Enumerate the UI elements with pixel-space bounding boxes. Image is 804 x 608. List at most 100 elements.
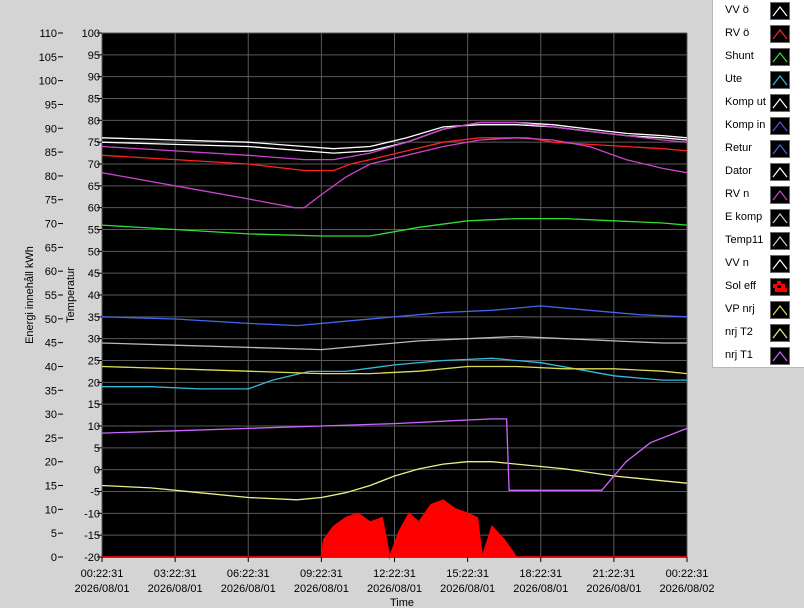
legend-item[interactable]: VV ö xyxy=(713,0,804,23)
legend-symbol xyxy=(772,167,788,178)
legend-swatch-icon[interactable] xyxy=(770,71,790,89)
legend-symbol xyxy=(773,281,787,292)
legend-swatch-icon[interactable] xyxy=(770,324,790,342)
legend-item[interactable]: Sol eff xyxy=(713,276,804,299)
temp-tick-label: 50 xyxy=(88,246,100,258)
temp-tick-label: -10 xyxy=(84,508,100,520)
date-tick-label: 2026/08/01 xyxy=(367,583,422,595)
legend-swatch-icon[interactable] xyxy=(770,232,790,250)
temp-tick-label: 30 xyxy=(88,334,100,346)
legend-item[interactable]: Temp11 xyxy=(713,230,804,253)
legend-line-symbol xyxy=(772,328,788,339)
temp-tick-label: 85 xyxy=(88,94,100,106)
energy-tick-label: 85 xyxy=(45,147,57,159)
legend-item[interactable]: RV ö xyxy=(713,23,804,46)
energy-tick-label: 65 xyxy=(45,242,57,254)
legend-label: RV ö xyxy=(725,27,750,39)
legend-swatch-icon[interactable] xyxy=(770,48,790,66)
legend-item[interactable]: VV n xyxy=(713,253,804,276)
energy-axis: 1101051009590858075706560555045403530252… xyxy=(39,28,63,564)
temp-tick-label: 10 xyxy=(88,421,100,433)
legend-line-symbol xyxy=(772,6,788,17)
legend-label: RV n xyxy=(725,188,750,200)
legend-symbol xyxy=(772,144,788,155)
temperature-axis-title: Temperatur xyxy=(65,267,77,323)
legend-swatch-icon[interactable] xyxy=(770,209,790,227)
legend-label: VV ö xyxy=(725,4,749,16)
legend-fill-block xyxy=(777,281,781,285)
legend-fill-block xyxy=(773,284,777,288)
legend-symbol xyxy=(772,305,788,316)
legend-swatch-icon[interactable] xyxy=(770,163,790,181)
legend-label: Ute xyxy=(725,73,743,85)
legend-symbol xyxy=(772,213,788,224)
legend-swatch-icon[interactable] xyxy=(770,301,790,319)
legend-symbol xyxy=(772,351,788,362)
legend-swatch-icon[interactable] xyxy=(770,347,790,365)
date-tick-label: 2026/08/01 xyxy=(586,583,641,595)
temp-tick-label: 90 xyxy=(88,72,100,84)
energy-tick-label: 25 xyxy=(45,433,57,445)
temp-tick-label: 75 xyxy=(88,137,100,149)
date-tick-label: 2026/08/01 xyxy=(513,583,568,595)
legend-label: Shunt xyxy=(725,50,754,62)
energy-tick-label: 75 xyxy=(45,195,57,207)
legend-label: Temp11 xyxy=(725,234,764,246)
legend-item[interactable]: nrj T2 xyxy=(713,322,804,345)
legend-item[interactable]: nrj T1 xyxy=(713,345,804,368)
temp-tick-label: 80 xyxy=(88,115,100,127)
legend-item[interactable]: E komp xyxy=(713,207,804,230)
legend-symbol xyxy=(772,328,788,339)
energy-tick-label: 10 xyxy=(45,504,57,516)
temp-tick-label: 45 xyxy=(88,268,100,280)
legend-item[interactable]: RV n xyxy=(713,184,804,207)
legend-item[interactable]: Komp ut xyxy=(713,92,804,115)
time-tick-label: 09:22:31 xyxy=(300,568,343,580)
legend-label: Sol eff xyxy=(725,280,756,292)
legend-line-symbol xyxy=(772,121,788,132)
legend-swatch-icon[interactable] xyxy=(770,2,790,20)
energy-tick-label: 50 xyxy=(45,314,57,326)
temp-tick-label: 95 xyxy=(88,50,100,62)
legend-swatch-icon[interactable] xyxy=(770,186,790,204)
time-tick-label: 00:22:31 xyxy=(81,568,124,580)
temp-tick-label: 0 xyxy=(94,465,100,477)
time-tick-label: 00:22:31 xyxy=(666,568,709,580)
legend-item[interactable]: Shunt xyxy=(713,46,804,69)
legend-item[interactable]: Komp in xyxy=(713,115,804,138)
time-tick-label: 03:22:31 xyxy=(154,568,197,580)
legend-item[interactable]: Dator xyxy=(713,161,804,184)
energy-tick-label: 15 xyxy=(45,481,57,493)
legend-symbol xyxy=(772,52,788,63)
legend-item[interactable]: VP nrj xyxy=(713,299,804,322)
legend-swatch-icon[interactable] xyxy=(770,255,790,273)
legend-swatch-icon[interactable] xyxy=(770,117,790,135)
energy-tick-label: 5 xyxy=(51,528,57,540)
temp-tick-label: 60 xyxy=(88,203,100,215)
energy-tick-label: 60 xyxy=(45,266,57,278)
legend-item[interactable]: Ute xyxy=(713,69,804,92)
legend-fill-block xyxy=(781,284,785,288)
energy-tick-label: 45 xyxy=(45,338,57,350)
energy-tick-label: 35 xyxy=(45,385,57,397)
legend-line-symbol xyxy=(772,75,788,86)
legend-swatch-icon[interactable] xyxy=(770,140,790,158)
date-tick-label: 2026/08/02 xyxy=(659,583,714,595)
temp-tick-label: 70 xyxy=(88,159,100,171)
legend-symbol xyxy=(772,190,788,201)
temp-tick-label: -20 xyxy=(84,552,100,564)
plot-legend[interactable]: VV ö RV ö Shunt Ute Komp ut Komp in Retur Dator… xyxy=(712,0,804,368)
legend-swatch-icon[interactable] xyxy=(770,25,790,43)
energy-tick-label: 30 xyxy=(45,409,57,421)
legend-line-symbol xyxy=(772,144,788,155)
legend-label: Komp ut xyxy=(725,96,766,108)
legend-swatch-icon[interactable] xyxy=(770,94,790,112)
legend-symbol xyxy=(772,236,788,247)
time-tick-label: 18:22:31 xyxy=(519,568,562,580)
legend-label: Retur xyxy=(725,142,752,154)
energy-tick-label: 95 xyxy=(45,99,57,111)
energy-tick-label: 20 xyxy=(45,457,57,469)
legend-item[interactable]: Retur xyxy=(713,138,804,161)
legend-label: Komp in xyxy=(725,119,766,131)
legend-swatch-icon[interactable] xyxy=(770,278,790,296)
